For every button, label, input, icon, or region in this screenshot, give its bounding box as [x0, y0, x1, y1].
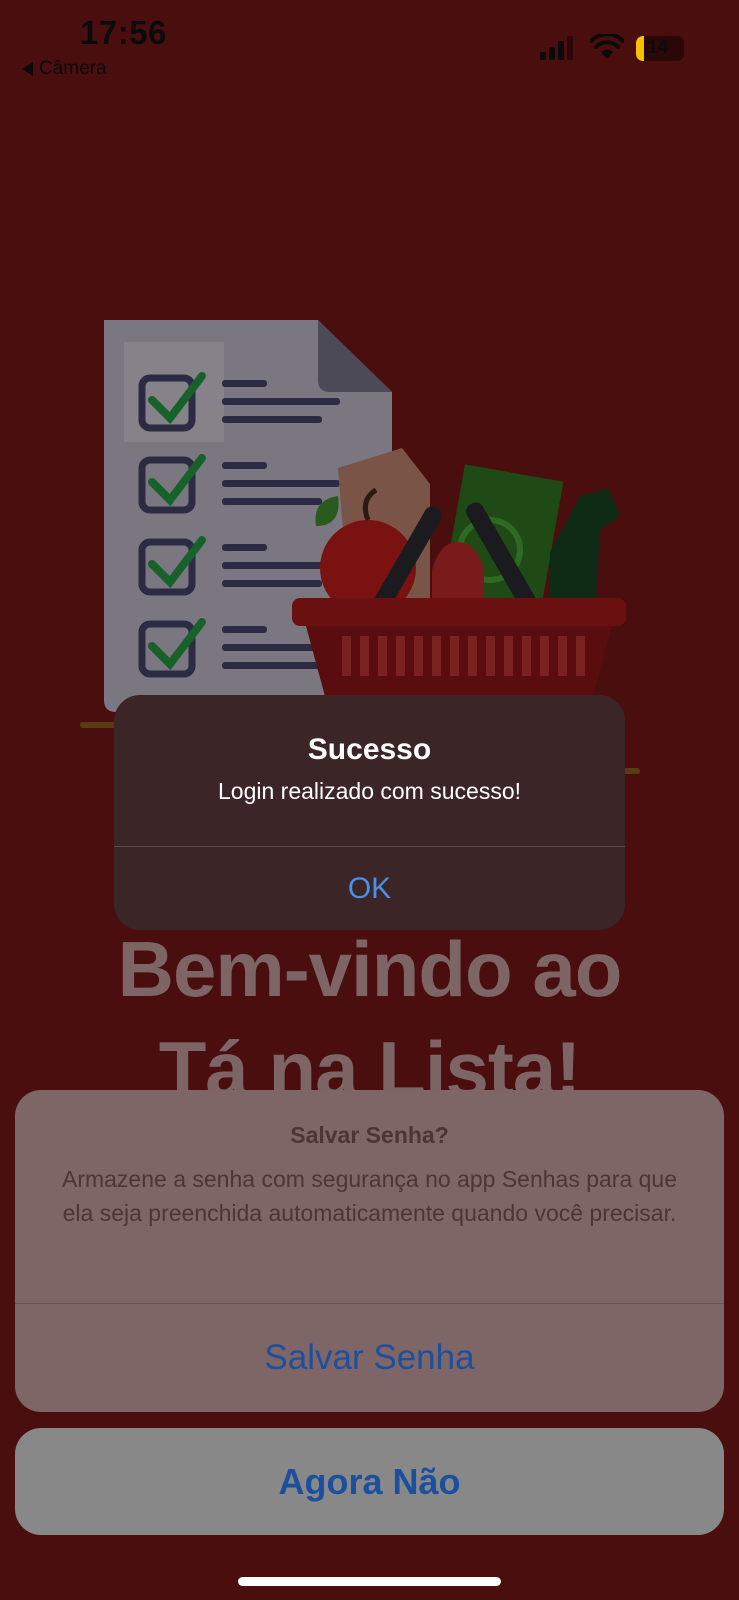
status-bar: 17:56 Câmera 14: [0, 0, 739, 90]
alert-ok-button[interactable]: OK: [114, 847, 625, 930]
back-to-camera-link[interactable]: Câmera: [22, 58, 107, 80]
save-password-button[interactable]: Salvar Senha: [15, 1304, 724, 1412]
clock: 17:56: [80, 14, 167, 51]
sheet-title: Salvar Senha?: [290, 1122, 449, 1148]
success-alert: Sucesso Login realizado com sucesso! OK: [114, 695, 625, 930]
signal-icon: [540, 36, 573, 60]
battery-level: 14: [647, 37, 669, 58]
welcome-title-line1: Bem-vindo ao: [117, 925, 623, 1013]
battery-icon: 14: [636, 36, 684, 61]
alert-message: Login realizado com sucesso!: [218, 778, 521, 804]
back-link-label: Câmera: [39, 58, 107, 79]
wifi-icon: [590, 34, 624, 59]
alert-title: Sucesso: [307, 733, 432, 766]
back-arrow-icon: [22, 62, 33, 76]
save-password-sheet: Salvar Senha? Armazene a senha com segur…: [15, 1090, 724, 1412]
home-indicator[interactable]: [238, 1577, 501, 1586]
not-now-button[interactable]: Agora Não: [15, 1428, 724, 1535]
sheet-message: Armazene a senha com segurança no app Se…: [61, 1166, 678, 1226]
